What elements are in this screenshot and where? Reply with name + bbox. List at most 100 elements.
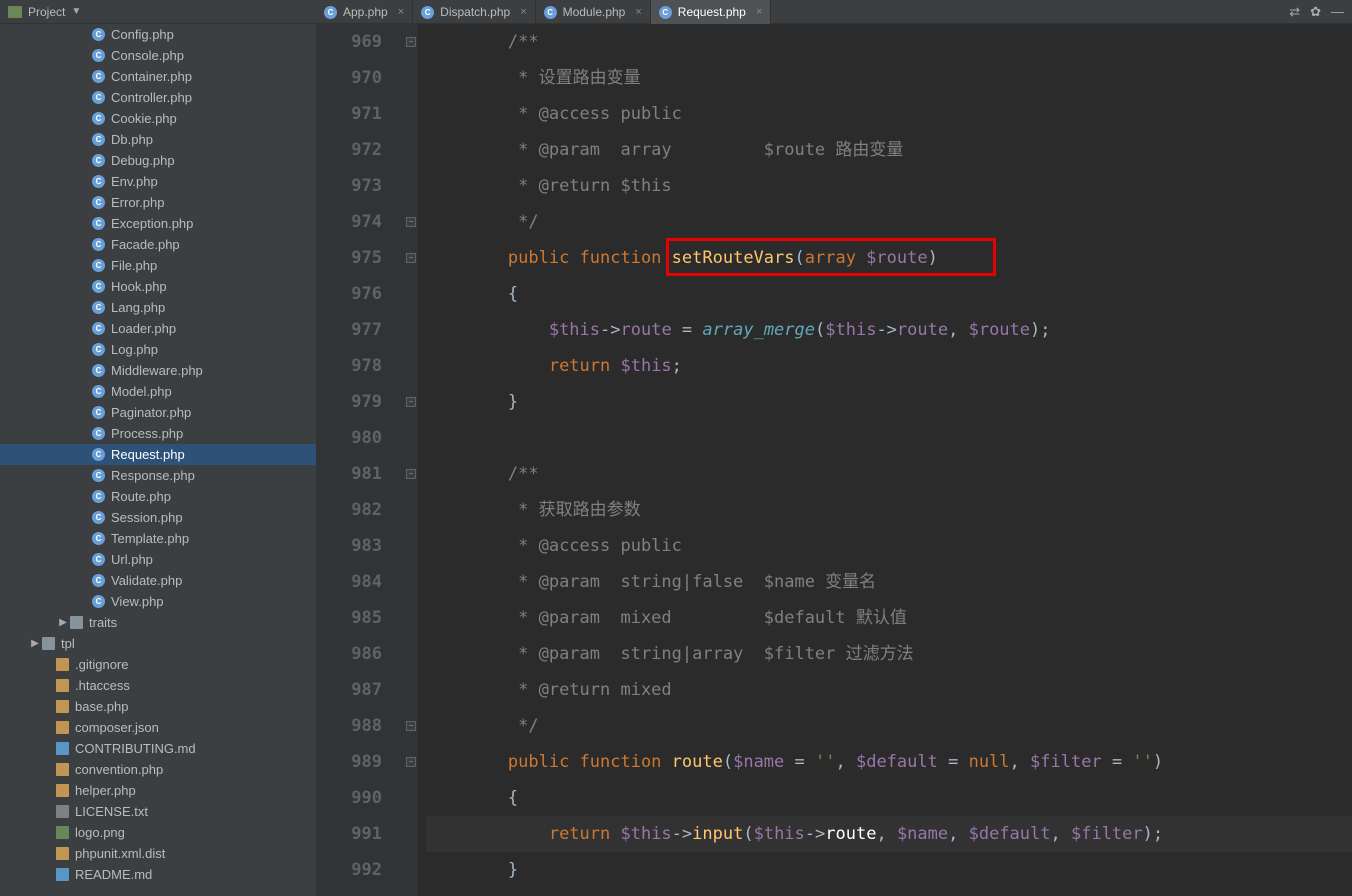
code-line[interactable]: /** <box>426 456 1352 492</box>
code-line[interactable]: */ <box>426 204 1352 240</box>
line-number: 979 <box>316 384 382 420</box>
code-line[interactable]: * @param array $route 路由变量 <box>426 132 1352 168</box>
tree-item[interactable]: CRoute.php <box>0 486 316 507</box>
code-line[interactable]: * @access public <box>426 528 1352 564</box>
tab-app-php[interactable]: CApp.php× <box>316 0 413 24</box>
tree-item[interactable]: CValidate.php <box>0 570 316 591</box>
code-line[interactable]: return $this->input($this->route, $name,… <box>426 816 1352 852</box>
code-line[interactable]: { <box>426 276 1352 312</box>
tree-item[interactable]: CSession.php <box>0 507 316 528</box>
project-tree[interactable]: CConfig.phpCConsole.phpCContainer.phpCCo… <box>0 24 316 896</box>
tree-label: Env.php <box>111 174 158 189</box>
line-number: 988 <box>316 708 382 744</box>
tree-item[interactable]: CLang.php <box>0 297 316 318</box>
close-icon[interactable]: × <box>398 6 404 18</box>
tree-item[interactable]: CPaginator.php <box>0 402 316 423</box>
code-line[interactable]: } <box>426 384 1352 420</box>
code-line[interactable]: * @param string|false $name 变量名 <box>426 564 1352 600</box>
tree-item[interactable]: CView.php <box>0 591 316 612</box>
gear-icon[interactable]: ✿ <box>1310 4 1321 20</box>
tree-item[interactable]: CFile.php <box>0 255 316 276</box>
code-line[interactable]: * @return mixed <box>426 672 1352 708</box>
fold-marker[interactable]: − <box>406 469 416 479</box>
close-icon[interactable]: × <box>635 6 641 18</box>
tree-item[interactable]: CContainer.php <box>0 66 316 87</box>
code-line[interactable]: $this->route = array_merge($this->route,… <box>426 312 1352 348</box>
tree-item[interactable]: CConsole.php <box>0 45 316 66</box>
tree-item[interactable]: CDb.php <box>0 129 316 150</box>
tree-label: convention.php <box>75 762 163 777</box>
tree-item[interactable]: CProcess.php <box>0 423 316 444</box>
fold-marker[interactable]: − <box>406 253 416 263</box>
tree-item[interactable]: CCookie.php <box>0 108 316 129</box>
file-icon <box>56 721 69 734</box>
code-line[interactable]: * 设置路由变量 <box>426 60 1352 96</box>
line-number: 982 <box>316 492 382 528</box>
php-file-icon: C <box>659 6 672 19</box>
tree-item[interactable]: composer.json <box>0 717 316 738</box>
line-number: 986 <box>316 636 382 672</box>
tree-item[interactable]: CHook.php <box>0 276 316 297</box>
tree-item[interactable]: CError.php <box>0 192 316 213</box>
tree-item[interactable]: CConfig.php <box>0 24 316 45</box>
code-line[interactable]: * @return $this <box>426 168 1352 204</box>
tree-item[interactable]: CMiddleware.php <box>0 360 316 381</box>
fold-marker[interactable]: − <box>406 217 416 227</box>
tree-item[interactable]: helper.php <box>0 780 316 801</box>
tab-request-php[interactable]: CRequest.php× <box>651 0 772 24</box>
tree-item[interactable]: CONTRIBUTING.md <box>0 738 316 759</box>
tree-item[interactable]: CRequest.php <box>0 444 316 465</box>
tree-item[interactable]: CResponse.php <box>0 465 316 486</box>
tree-item[interactable]: CTemplate.php <box>0 528 316 549</box>
code-line[interactable]: * @param mixed $default 默认值 <box>426 600 1352 636</box>
fold-marker[interactable]: − <box>406 37 416 47</box>
close-icon[interactable]: × <box>756 6 762 18</box>
fold-marker[interactable]: − <box>406 757 416 767</box>
code-line[interactable]: * @param string|array $filter 过滤方法 <box>426 636 1352 672</box>
file-icon: C <box>92 28 105 41</box>
code-area[interactable]: /** * 设置路由变量 * @access public * @param a… <box>418 24 1352 896</box>
tree-item[interactable]: CDebug.php <box>0 150 316 171</box>
tree-item[interactable]: ▶tpl <box>0 633 316 654</box>
code-line[interactable]: { <box>426 780 1352 816</box>
tree-item[interactable]: logo.png <box>0 822 316 843</box>
code-line[interactable]: * @access public <box>426 96 1352 132</box>
code-line[interactable]: public function route($name = '', $defau… <box>426 744 1352 780</box>
tree-item[interactable]: phpunit.xml.dist <box>0 843 316 864</box>
code-line[interactable]: return $this; <box>426 348 1352 384</box>
code-line[interactable]: /** <box>426 24 1352 60</box>
code-line[interactable] <box>426 420 1352 456</box>
tree-item[interactable]: convention.php <box>0 759 316 780</box>
tree-item[interactable]: CController.php <box>0 87 316 108</box>
tree-label: Controller.php <box>111 90 192 105</box>
file-icon <box>42 637 55 650</box>
editor[interactable]: 9699709719729739749759769779789799809819… <box>316 24 1352 896</box>
tree-item[interactable]: CException.php <box>0 213 316 234</box>
tree-item[interactable]: CLog.php <box>0 339 316 360</box>
tab-dispatch-php[interactable]: CDispatch.php× <box>413 0 535 24</box>
tree-item[interactable]: CEnv.php <box>0 171 316 192</box>
fold-marker[interactable]: − <box>406 397 416 407</box>
collapse-icon[interactable]: — <box>1331 4 1344 19</box>
tree-item[interactable]: README.md <box>0 864 316 885</box>
tree-item[interactable]: base.php <box>0 696 316 717</box>
tree-item[interactable]: .gitignore <box>0 654 316 675</box>
expand-arrow-icon[interactable]: ▶ <box>56 617 70 628</box>
tab-module-php[interactable]: CModule.php× <box>536 0 651 24</box>
code-line[interactable]: } <box>426 852 1352 888</box>
code-line[interactable]: */ <box>426 708 1352 744</box>
tree-item[interactable]: CLoader.php <box>0 318 316 339</box>
expand-icon[interactable]: ⇄ <box>1289 4 1300 20</box>
close-icon[interactable]: × <box>520 6 526 18</box>
code-line[interactable]: * 获取路由参数 <box>426 492 1352 528</box>
tree-item[interactable]: CUrl.php <box>0 549 316 570</box>
fold-marker[interactable]: − <box>406 721 416 731</box>
expand-arrow-icon[interactable]: ▶ <box>28 638 42 649</box>
tree-item[interactable]: CModel.php <box>0 381 316 402</box>
code-line[interactable]: public function setRouteVars(array $rout… <box>426 240 1352 276</box>
tree-item[interactable]: CFacade.php <box>0 234 316 255</box>
project-dropdown[interactable]: Project ▼ <box>0 0 89 23</box>
tree-item[interactable]: .htaccess <box>0 675 316 696</box>
tree-item[interactable]: LICENSE.txt <box>0 801 316 822</box>
tree-item[interactable]: ▶traits <box>0 612 316 633</box>
